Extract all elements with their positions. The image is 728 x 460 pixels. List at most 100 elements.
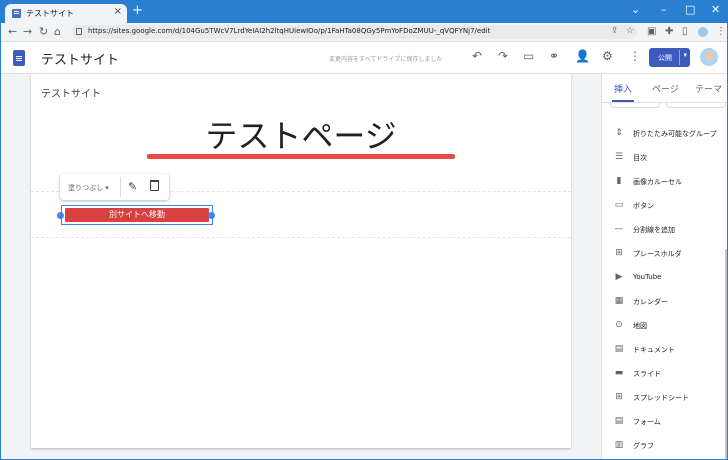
insert-item-label: 分割線を追加 (633, 226, 675, 234)
insert-item-label: ボタン (633, 202, 654, 210)
insert-item-label: 目次 (633, 154, 647, 162)
section-divider (31, 237, 571, 238)
share-with-others-icon[interactable]: 👤 (575, 49, 590, 63)
publish-button[interactable]: 公開 ▾ (649, 48, 690, 67)
new-tab-icon[interactable]: + (132, 3, 143, 18)
save-status: 変更内容をすべてドライブに保存しました (329, 56, 443, 63)
delete-trash-icon[interactable] (150, 180, 159, 191)
site-title[interactable]: テストサイト (41, 49, 119, 68)
insert-item-toc[interactable]: ☰ 目次 (602, 146, 727, 170)
sheets-icon: ⊞ (615, 392, 623, 402)
fill-dropdown[interactable]: 塗りつぶし ▾ (68, 183, 109, 193)
insert-item-label: スライド (633, 370, 661, 378)
image-carousel-icon: ▮ (616, 176, 622, 186)
toolbar-separator (120, 177, 121, 197)
close-tab-icon[interactable]: × (114, 6, 122, 17)
resize-handle-left[interactable] (57, 212, 64, 219)
redo-icon[interactable]: ↷ (498, 49, 508, 63)
slides-icon: ▬ (614, 368, 624, 378)
page-title[interactable]: テストページ (31, 111, 571, 157)
insert-item-docs[interactable]: ▤ ドキュメント (602, 338, 727, 362)
forms-icon: ▤ (614, 416, 624, 426)
share-icon[interactable]: ⇪ (611, 26, 619, 36)
insert-item-calendar[interactable]: ▦ カレンダー (602, 290, 727, 314)
insert-item-list: ⇕ 折りたたみ可能なグループ ☰ 目次 ▮ 画像カルーセル ▭ ボタン — 分割線を追加 … (602, 122, 727, 458)
preview-icon[interactable]: ▭ (523, 49, 534, 63)
insert-item-label: YouTube (633, 273, 662, 281)
insert-item-button[interactable]: ▭ ボタン (602, 194, 727, 218)
calendar-icon: ▦ (614, 296, 624, 306)
avatar[interactable] (700, 48, 718, 66)
bookmark-star-icon[interactable]: ☆ (626, 26, 634, 36)
insert-item-youtube[interactable]: ▶ YouTube (602, 266, 727, 290)
insert-item-slides[interactable]: ▬ スライド (602, 362, 727, 386)
insert-item-label: 画像カルーセル (633, 178, 682, 186)
table-of-contents-icon: ☰ (614, 152, 624, 162)
editor-canvas: テストサイト テストページ 塗りつぶし ▾ ✎ 別サイトへ移動 (1, 74, 601, 459)
publish-label: 公開 (658, 54, 672, 62)
insert-item-label: ドキュメント (633, 346, 675, 354)
minimize-icon[interactable]: – (661, 3, 667, 16)
insert-item-chart[interactable]: ▥ グラフ (602, 434, 727, 458)
insert-item-label: 折りたたみ可能なグループ (633, 130, 717, 138)
sites-header: テストサイト 変更内容をすべてドライブに保存しました ↶ ↷ ▭ ⚭ 👤 ⚙ ⋮… (1, 42, 727, 74)
element-toolbar: 塗りつぶし ▾ ✎ (60, 174, 169, 200)
chevron-down-icon[interactable]: ⌄ (631, 3, 640, 16)
insert-item-divider[interactable]: — 分割線を追加 (602, 218, 727, 242)
insert-item-map[interactable]: ⊙ 地図 (602, 314, 727, 338)
undo-icon[interactable]: ↶ (472, 49, 482, 63)
redirect-button[interactable]: 別サイトへ移動 (65, 208, 209, 222)
resize-handle-right[interactable] (208, 212, 215, 219)
home-icon[interactable]: ⌂ (54, 25, 61, 38)
collapsible-group-icon: ⇕ (615, 128, 623, 138)
profile-icon[interactable] (698, 27, 708, 37)
tab-pages[interactable]: ページ (652, 82, 679, 95)
browser-menu-icon[interactable]: ⋮ (716, 26, 726, 37)
forward-icon[interactable]: → (23, 25, 32, 38)
lock-icon (76, 28, 82, 35)
close-window-icon[interactable]: ✕ (711, 3, 720, 16)
divider-icon: — (614, 224, 624, 234)
puzzle-icon[interactable]: ✚ (665, 26, 673, 37)
selected-button-block[interactable]: 別サイトへ移動 (57, 205, 215, 225)
google-sites-logo-icon[interactable] (13, 50, 25, 66)
browser-tab[interactable]: テストサイト × (5, 4, 127, 23)
layout-card-stub (610, 102, 660, 108)
link-icon[interactable]: ⚭ (549, 49, 559, 63)
map-pin-icon: ⊙ (615, 320, 623, 330)
insert-item-collapsible-group[interactable]: ⇕ 折りたたみ可能なグループ (602, 122, 727, 146)
settings-gear-icon[interactable]: ⚙ (602, 49, 613, 63)
tab-themes[interactable]: テーマ (695, 82, 722, 95)
side-panel-icon[interactable]: ▯ (682, 26, 688, 37)
docs-icon: ▤ (614, 344, 624, 354)
tab-insert[interactable]: 挿入 (614, 82, 632, 95)
placeholder-icon: ⊞ (615, 248, 623, 258)
page-preview: テストサイト テストページ 塗りつぶし ▾ ✎ 別サイトへ移動 (31, 74, 571, 448)
title-underline (147, 154, 455, 159)
edit-pencil-icon[interactable]: ✎ (128, 180, 137, 193)
insert-item-carousel[interactable]: ▮ 画像カルーセル (602, 170, 727, 194)
sites-favicon-icon (12, 9, 21, 18)
address-bar: ← → ↻ ⌂ https://sites.google.com/d/104Gu… (1, 23, 727, 42)
url-text: https://sites.google.com/d/104Gu5TWcV7Lr… (88, 27, 491, 35)
more-options-icon[interactable]: ⋮ (629, 49, 641, 63)
tab-strip: テストサイト × + ⌄ – □ ✕ (1, 1, 727, 23)
insert-item-sheets[interactable]: ⊞ スプレッドシート (602, 386, 727, 410)
maximize-icon[interactable]: □ (685, 3, 695, 16)
chart-icon: ▥ (614, 440, 624, 450)
dropdown-arrow-icon[interactable]: ▾ (683, 51, 687, 59)
fill-dropdown-label: 塗りつぶし (68, 184, 104, 192)
insert-item-forms[interactable]: ▤ フォーム (602, 410, 727, 434)
reload-icon[interactable]: ↻ (39, 25, 48, 38)
url-field[interactable]: https://sites.google.com/d/104Gu5TWcV7Lr… (71, 25, 637, 39)
layout-card-stub (666, 102, 726, 108)
site-name-header[interactable]: テストサイト (41, 85, 101, 100)
insert-item-label: 地図 (633, 322, 647, 330)
tab-title: テストサイト (26, 9, 74, 18)
insert-item-label: プレースホルダ (633, 250, 682, 258)
insert-item-label: グラフ (633, 442, 654, 450)
insert-item-label: カレンダー (633, 298, 668, 306)
insert-item-placeholder[interactable]: ⊞ プレースホルダ (602, 242, 727, 266)
back-icon[interactable]: ← (8, 25, 17, 38)
extension-icon[interactable]: ▣ (647, 26, 656, 37)
